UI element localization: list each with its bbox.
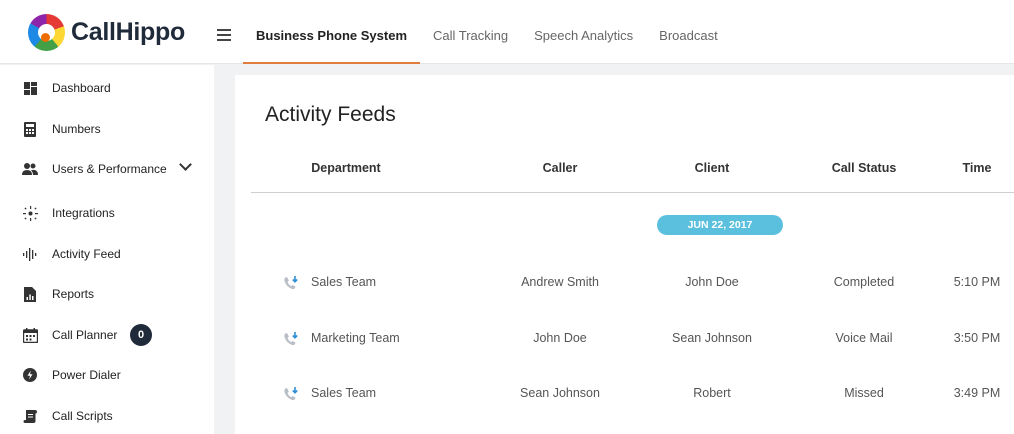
cell-department: Marketing Team <box>311 331 400 345</box>
sidebar-item-integrations[interactable]: Integrations <box>0 198 214 228</box>
column-header-client: Client <box>694 161 730 175</box>
column-header-caller: Caller <box>542 161 578 175</box>
cell-caller: John Doe <box>533 331 587 345</box>
dashboard-icon <box>22 80 38 96</box>
column-header-department: Department <box>311 161 381 175</box>
sidebar-item-label: Integrations <box>52 206 115 220</box>
sidebar-item-call-planner[interactable]: Call Planner 0 <box>0 320 214 350</box>
tab-broadcast[interactable]: Broadcast <box>646 0 731 64</box>
hamburger-menu-icon[interactable] <box>217 29 231 41</box>
sidebar-item-activity-feed[interactable]: Activity Feed <box>0 239 214 269</box>
cell-call-status: Missed <box>844 386 884 400</box>
column-header-call-status: Call Status <box>831 161 897 175</box>
sidebar-item-label: Power Dialer <box>52 368 121 382</box>
cell-client: Robert <box>693 386 731 400</box>
logo-text: CallHippo <box>71 18 185 46</box>
cell-time: 5:10 PM <box>953 275 1001 289</box>
table-row[interactable]: Marketing Team John Doe Sean Johnson Voi… <box>235 327 1014 351</box>
table-row[interactable]: Sales Team Andrew Smith John Doe Complet… <box>235 271 1014 295</box>
tab-speech-analytics[interactable]: Speech Analytics <box>521 0 646 64</box>
sidebar-item-label: Activity Feed <box>52 247 121 261</box>
top-bar: CallHippo Business Phone System Call Tra… <box>0 0 1014 64</box>
activity-feed-icon <box>22 246 38 262</box>
cell-caller: Sean Johnson <box>520 386 600 400</box>
sidebar-item-label: Numbers <box>52 122 101 136</box>
sidebar: Dashboard Numbers Users & Performance In… <box>0 65 214 434</box>
sidebar-item-label: Call Scripts <box>52 409 113 423</box>
table-row[interactable]: Sales Team Sean Johnson Robert Missed 3:… <box>235 382 1014 406</box>
activity-feed-panel: Activity Feeds Department Caller Client … <box>235 75 1014 434</box>
logo[interactable]: CallHippo <box>28 14 185 51</box>
sidebar-item-label: Dashboard <box>52 81 111 95</box>
product-tabs: Business Phone System Call Tracking Spee… <box>243 0 731 64</box>
sidebar-item-power-dialer[interactable]: Power Dialer <box>0 360 214 390</box>
cell-caller: Andrew Smith <box>521 275 599 289</box>
cell-time: 3:50 PM <box>953 331 1001 345</box>
sidebar-item-numbers[interactable]: Numbers <box>0 114 214 144</box>
date-group-badge: JUN 22, 2017 <box>657 215 783 235</box>
integrations-icon <box>22 205 38 221</box>
reports-icon <box>22 286 38 302</box>
call-scripts-icon <box>22 408 38 424</box>
cell-call-status: Completed <box>833 275 895 289</box>
call-planner-count-badge: 0 <box>130 324 152 346</box>
sidebar-item-call-scripts[interactable]: Call Scripts <box>0 401 214 431</box>
header-divider <box>251 192 1014 193</box>
users-icon <box>22 161 38 177</box>
chevron-down-icon[interactable] <box>179 158 192 171</box>
sidebar-item-label: Reports <box>52 287 95 301</box>
sidebar-item-label: Users & Performance <box>52 162 167 176</box>
power-dialer-icon <box>22 367 38 383</box>
incoming-call-icon <box>283 386 299 402</box>
sidebar-item-users-performance[interactable]: Users & Performance <box>0 154 214 184</box>
cell-call-status: Voice Mail <box>835 331 893 345</box>
sidebar-item-label: Call Planner <box>52 328 118 342</box>
cell-time: 3:49 PM <box>953 386 1001 400</box>
tab-call-tracking[interactable]: Call Tracking <box>420 0 521 64</box>
page-title: Activity Feeds <box>265 103 396 126</box>
call-planner-icon <box>22 327 38 343</box>
sidebar-item-reports[interactable]: Reports <box>0 279 214 309</box>
incoming-call-icon <box>283 275 299 291</box>
column-header-time: Time <box>962 161 992 175</box>
cell-department: Sales Team <box>311 275 377 289</box>
sidebar-item-dashboard[interactable]: Dashboard <box>0 73 214 103</box>
cell-client: John Doe <box>685 275 739 289</box>
callhippo-logo-icon <box>28 14 65 51</box>
numbers-icon <box>22 121 38 137</box>
tab-business-phone-system[interactable]: Business Phone System <box>243 0 420 64</box>
incoming-call-icon <box>283 331 299 347</box>
cell-department: Sales Team <box>311 386 377 400</box>
cell-client: Sean Johnson <box>672 331 752 345</box>
